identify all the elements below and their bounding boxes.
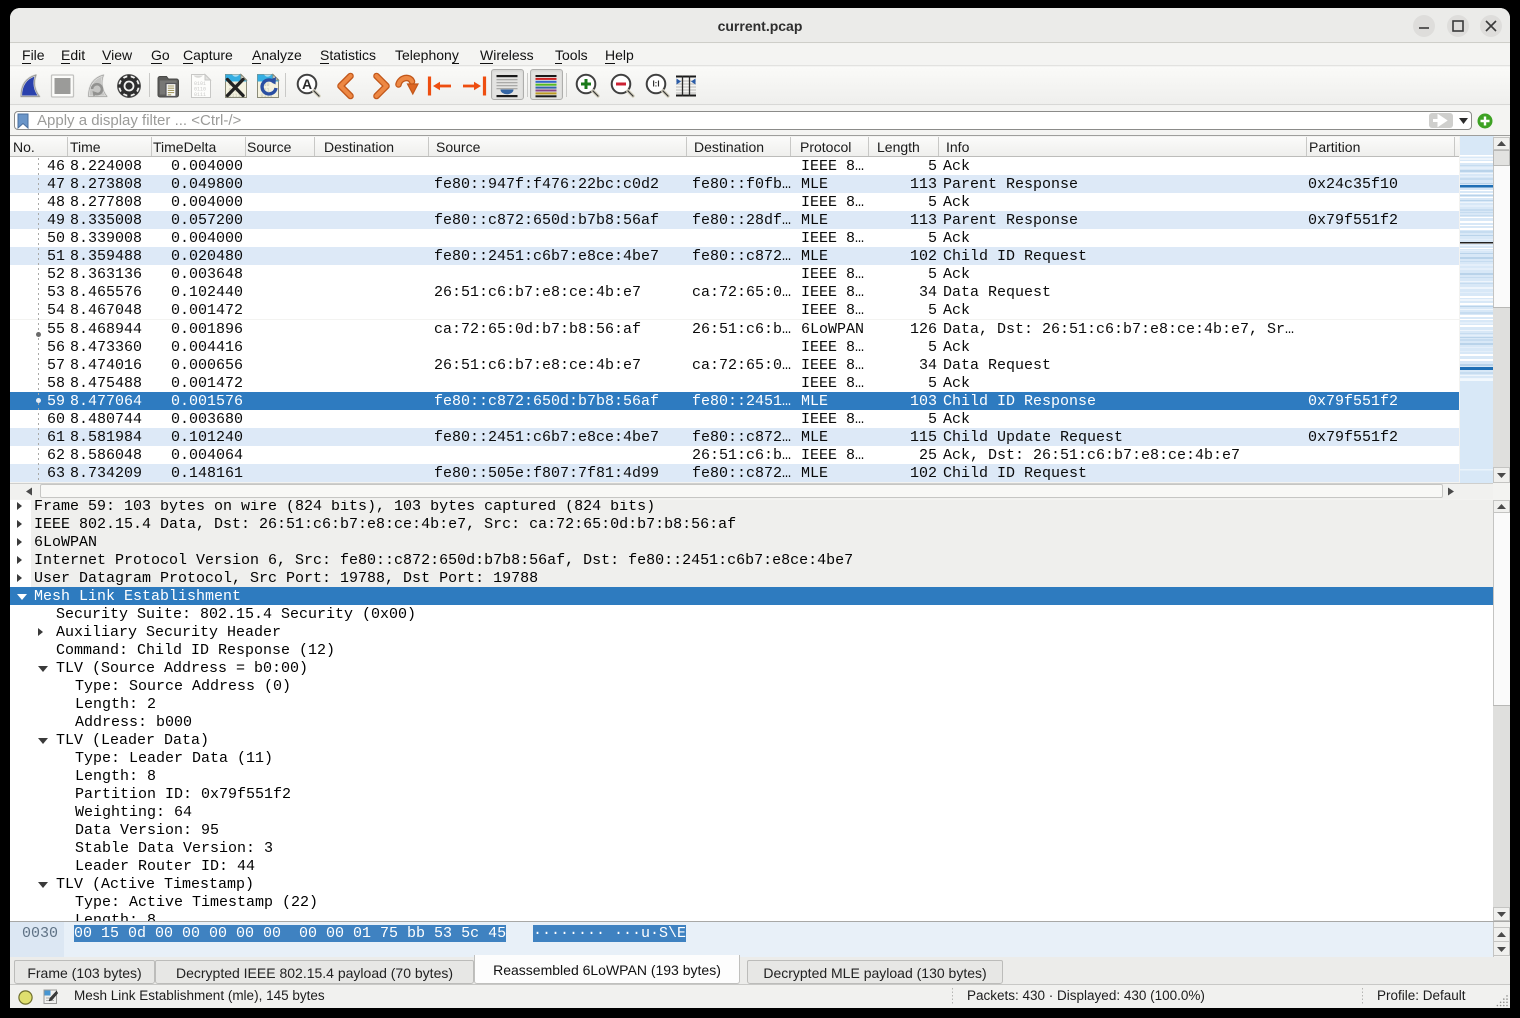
svg-text:0111: 0111 [194, 92, 206, 98]
svg-text:A: A [302, 76, 312, 92]
svg-text:I:I: I:I [652, 80, 659, 89]
